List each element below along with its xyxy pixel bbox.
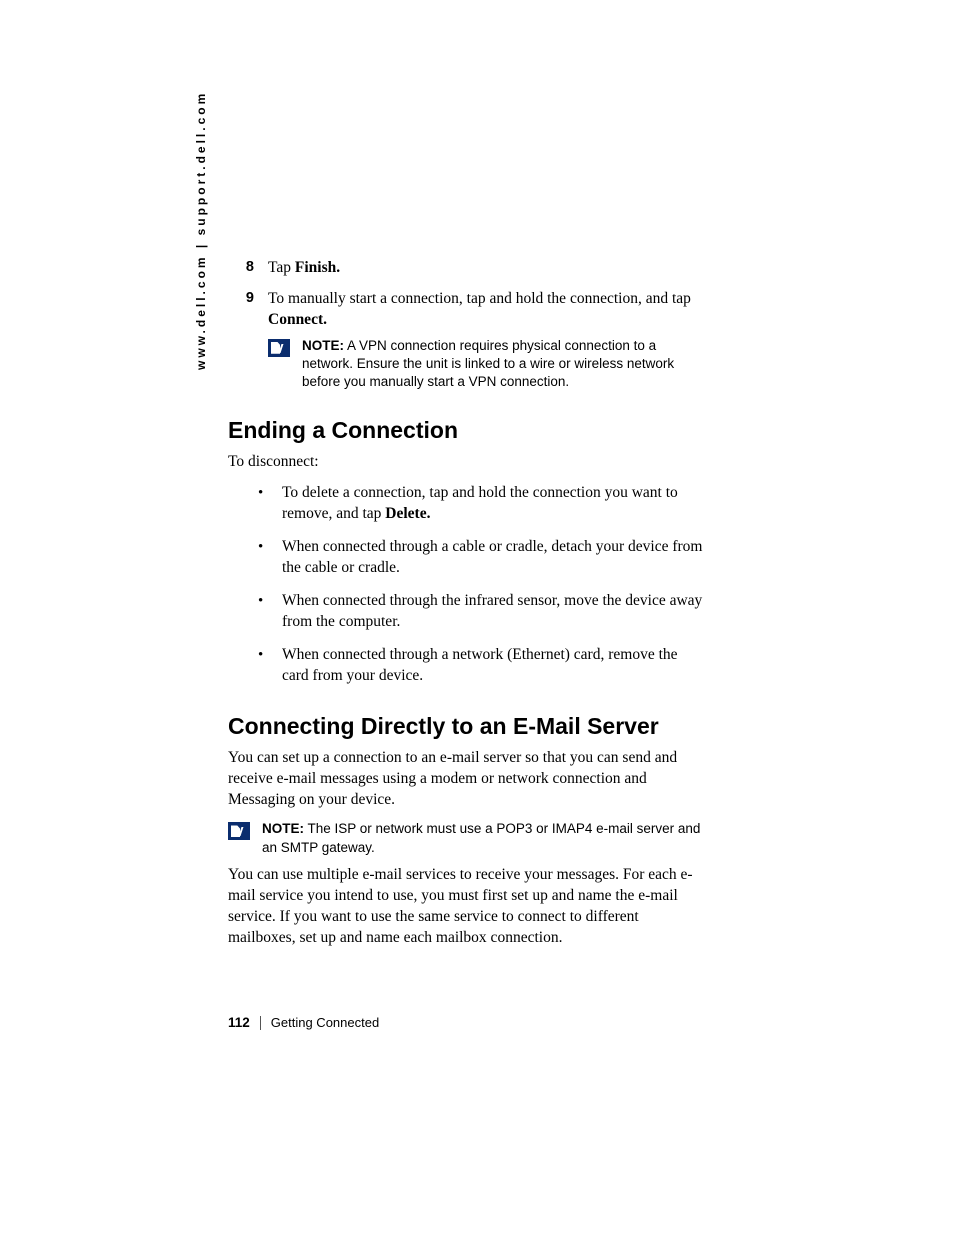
note-body: The ISP or network must use a POP3 or IM…	[262, 821, 700, 854]
step-8: 8 Tap Finish.	[228, 258, 706, 279]
note-text: NOTE: A VPN connection requires physical…	[302, 337, 706, 392]
note-label: NOTE:	[302, 338, 344, 353]
ending-intro: To disconnect:	[228, 452, 706, 473]
step-text-pre: To manually start a connection, tap and …	[268, 290, 691, 307]
page-footer: 112 Getting Connected	[228, 1015, 379, 1030]
note-vpn: NOTE: A VPN connection requires physical…	[268, 337, 706, 392]
footer-divider	[260, 1016, 261, 1030]
bullet-text-bold: Delete.	[385, 505, 430, 522]
heading-ending-connection: Ending a Connection	[228, 417, 706, 444]
side-url-text: www.dell.com | support.dell.com	[194, 91, 208, 370]
list-item: To delete a connection, tap and hold the…	[246, 483, 706, 525]
note-pop3: NOTE: The ISP or network must use a POP3…	[228, 820, 706, 856]
note-label: NOTE:	[262, 821, 304, 836]
footer-section: Getting Connected	[271, 1015, 379, 1030]
step-text-pre: Tap	[268, 259, 295, 276]
page-number: 112	[228, 1015, 250, 1030]
list-item: When connected through a network (Ethern…	[246, 645, 706, 687]
note-body: A VPN connection requires physical conne…	[302, 338, 674, 389]
page-content: 8 Tap Finish. 9 To manually start a conn…	[228, 258, 706, 959]
list-item: When connected through the infrared sens…	[246, 591, 706, 633]
step-text-bold: Finish.	[295, 259, 340, 276]
note-icon	[228, 822, 250, 840]
step-text-bold: Connect.	[268, 311, 327, 328]
step-number: 8	[228, 258, 268, 279]
note-text: NOTE: The ISP or network must use a POP3…	[262, 820, 706, 856]
note-icon	[268, 339, 290, 357]
email-para-1: You can set up a connection to an e-mail…	[228, 748, 706, 811]
bullet-text-pre: To delete a connection, tap and hold the…	[282, 484, 678, 522]
list-item: When connected through a cable or cradle…	[246, 537, 706, 579]
ending-bullet-list: To delete a connection, tap and hold the…	[228, 483, 706, 686]
step-number: 9	[228, 289, 268, 392]
step-9: 9 To manually start a connection, tap an…	[228, 289, 706, 392]
step-text: Tap Finish.	[268, 258, 706, 279]
step-text: To manually start a connection, tap and …	[268, 289, 706, 392]
heading-email-server: Connecting Directly to an E-Mail Server	[228, 713, 706, 740]
email-para-2: You can use multiple e-mail services to …	[228, 865, 706, 949]
